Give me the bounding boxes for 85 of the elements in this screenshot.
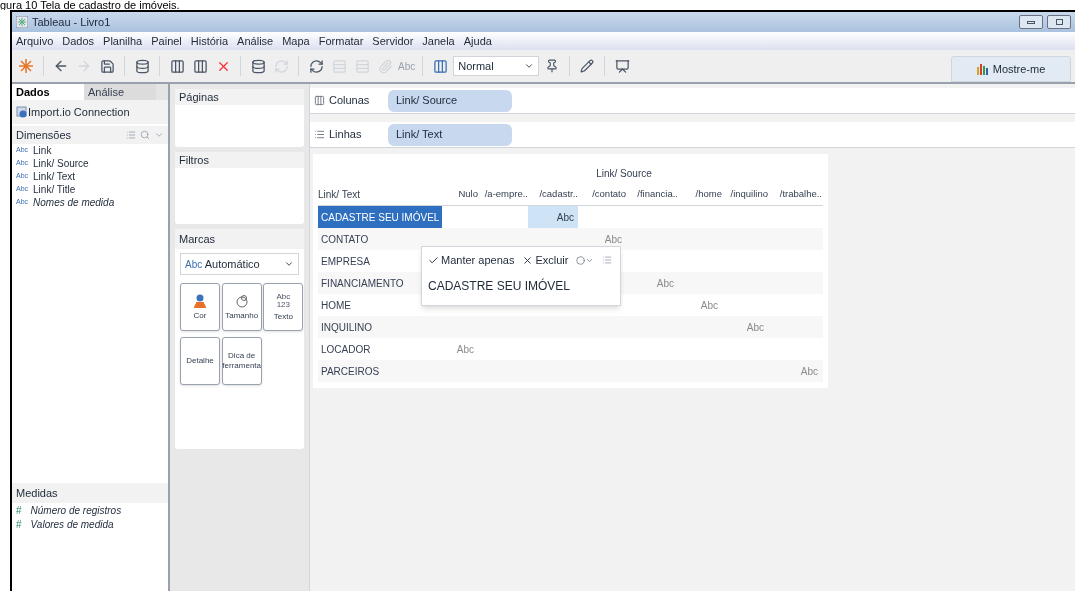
menu-item[interactable]: Painel xyxy=(151,32,182,50)
row-label[interactable]: CADASTRE SEU IMÓVEL xyxy=(318,206,443,228)
text-icon: Abc 123 xyxy=(276,292,291,309)
table-cell-text: Abc xyxy=(655,276,675,291)
measure-icon: # xyxy=(16,502,22,518)
color-icon xyxy=(194,293,206,308)
mark-card[interactable]: Abc 123 Texto xyxy=(263,283,304,331)
menu-item[interactable]: Ajuda xyxy=(463,32,492,50)
table-cell-text: Abc xyxy=(799,364,819,379)
card-title: Páginas xyxy=(175,89,304,105)
row-label[interactable]: HOME xyxy=(318,294,354,316)
row-header: Link/ Text xyxy=(318,188,361,202)
field-item[interactable]: Link xyxy=(33,143,52,158)
shelf-label: Linhas xyxy=(329,127,362,143)
column-header: /home xyxy=(695,187,722,202)
field-item[interactable]: Link/ Source xyxy=(33,156,89,171)
mark-card[interactable]: Detalhe xyxy=(180,337,220,385)
close-icon xyxy=(522,254,534,266)
show-me-button[interactable]: Mostre-me xyxy=(951,56,1071,82)
column-header: /cadastr.. xyxy=(539,187,578,202)
minimize-button[interactable] xyxy=(1019,15,1043,29)
field-item[interactable]: Link/ Title xyxy=(33,182,76,197)
row-label[interactable]: FINANCIAMENTO xyxy=(318,272,407,294)
column-group-header: Link/ Source xyxy=(595,166,653,181)
field-item[interactable]: Link/ Text xyxy=(33,169,76,184)
menu-item[interactable]: Planilha xyxy=(103,32,143,50)
column-header: /a-empre.. xyxy=(484,187,528,202)
view-select[interactable]: Normal xyxy=(453,56,540,76)
section-title: Dimensões xyxy=(16,127,72,143)
tooltip-text: CADASTRE SEU IMÓVEL xyxy=(428,277,572,295)
section-title: Medidas xyxy=(16,485,58,501)
size-icon xyxy=(235,293,248,308)
field-pill[interactable]: Link/ Source xyxy=(388,89,512,112)
mark-card[interactable]: Tamanho xyxy=(221,283,262,331)
column-header: /contato xyxy=(592,187,626,202)
exclude-button[interactable]: Excluir xyxy=(522,251,569,269)
columns-icon xyxy=(314,95,325,106)
restore-button[interactable] xyxy=(1047,15,1071,29)
menu-item[interactable]: Servidor xyxy=(372,32,414,50)
table-cell-text: Abc xyxy=(455,342,475,357)
table-cell-text: Abc xyxy=(699,298,719,313)
card-title: Filtros xyxy=(175,152,304,168)
field-item[interactable]: Número de registros xyxy=(30,502,122,518)
window-title: Tableau - Livro1 xyxy=(32,14,112,30)
logo-icon[interactable] xyxy=(16,56,36,76)
caret-icon xyxy=(284,259,294,269)
list-icon xyxy=(602,255,613,265)
pane-tab[interactable]: Análise xyxy=(84,84,156,100)
table-cell-text: Abc xyxy=(603,232,623,247)
row-label[interactable]: CONTATO xyxy=(318,228,372,250)
menu-item[interactable]: Arquivo xyxy=(16,32,54,50)
menu-item[interactable]: Dados xyxy=(62,32,95,50)
column-header: Nulo xyxy=(458,187,478,202)
menu-item[interactable]: História xyxy=(190,32,229,50)
app-icon xyxy=(16,16,28,28)
mark-card[interactable]: Cor xyxy=(180,283,220,331)
column-header: /financia.. xyxy=(637,187,678,202)
column-header: /inquilino xyxy=(730,187,768,202)
menu-item[interactable]: Mapa xyxy=(282,32,310,50)
connection-icon xyxy=(16,106,28,118)
row-label[interactable]: INQUILINO xyxy=(318,316,376,338)
row-label[interactable]: PARCEIROS xyxy=(318,360,383,382)
field-item[interactable]: Valores de medida xyxy=(30,516,114,532)
field-pill[interactable]: Link/ Text xyxy=(388,123,512,146)
pane-tab[interactable]: Dados xyxy=(12,84,84,100)
mark-card[interactable]: Dica de ferramenta xyxy=(221,337,262,385)
menu-item[interactable]: Janela xyxy=(422,32,455,50)
row-label[interactable]: LOCADOR xyxy=(318,338,374,360)
caret-icon xyxy=(524,61,535,71)
shelf-label: Colunas xyxy=(329,93,370,109)
mark-type-select[interactable]: Abc Automático xyxy=(180,253,299,275)
keep-only-button[interactable]: Manter apenas xyxy=(428,251,515,269)
row-label[interactable]: EMPRESA xyxy=(318,250,373,272)
menu-item[interactable]: Análise xyxy=(237,32,274,50)
check-icon xyxy=(428,254,439,266)
table-cell: Abc xyxy=(528,206,578,228)
measure-icon: # xyxy=(16,516,22,532)
column-header: /trabalhe.. xyxy=(779,187,822,202)
menu-item[interactable]: Formatar xyxy=(318,32,364,50)
group-button[interactable] xyxy=(576,255,595,265)
table-cell-text: Abc xyxy=(745,320,765,335)
circle-icon xyxy=(576,255,586,265)
rows-icon xyxy=(314,129,325,140)
card-title: Marcas xyxy=(175,229,304,249)
field-item[interactable]: Nomes de medida xyxy=(33,195,115,210)
